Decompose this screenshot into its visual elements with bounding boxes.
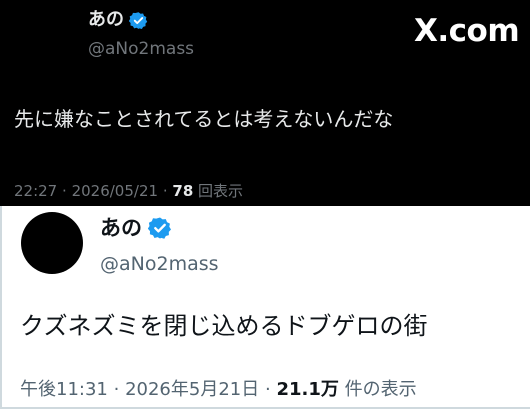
verified-badge-icon [129, 11, 148, 29]
dark-post-text: 先に嫌なことされてるとは考えないんだな [14, 107, 394, 131]
light-post-meta: 午後11:31 · 2026年5月21日 · 21.1万 件の表示 [20, 377, 417, 403]
dark-post-author-name: あの [88, 9, 124, 30]
light-post-separator: · [113, 379, 120, 400]
light-post-handle[interactable]: @aNo2mass [100, 251, 219, 277]
dark-post-date[interactable]: 2026/05/21 [72, 182, 158, 200]
dark-post-views-label: 回表示 [198, 182, 244, 200]
verified-badge-icon [148, 217, 171, 239]
light-post-date[interactable]: 2026年5月21日 [125, 379, 259, 400]
dark-post-views-count: 78 [172, 182, 194, 200]
light-post-separator-2: · [264, 379, 271, 400]
dark-post-handle[interactable]: @aNo2mass [88, 38, 194, 60]
dark-post-separator: · [62, 182, 67, 200]
light-post-author[interactable]: あの [100, 214, 172, 242]
light-post-text: クズネズミを閉じ込めるドブゲロの街 [20, 312, 428, 340]
dark-post-card: あの @aNo2mass X.com 先に嫌なことされてるとは考えないんだな 2… [0, 0, 530, 206]
light-post-author-name: あの [100, 216, 142, 240]
xcom-watermark: X.com [414, 13, 520, 49]
light-post-views-label: 件の表示 [344, 379, 417, 400]
light-post-time[interactable]: 午後11:31 [20, 379, 108, 400]
dark-post-meta: 22:27 · 2026/05/21 · 78 回表示 [14, 181, 243, 201]
avatar[interactable] [21, 212, 83, 274]
dark-post-separator-2: · [162, 182, 168, 200]
light-post-card: あの @aNo2mass クズネズミを閉じ込めるドブゲロの街 午後11:31 ·… [0, 206, 530, 409]
dark-post-time[interactable]: 22:27 [14, 182, 57, 200]
light-post-views-count: 21.1万 [276, 379, 339, 400]
dark-post-author[interactable]: あの [88, 8, 148, 32]
